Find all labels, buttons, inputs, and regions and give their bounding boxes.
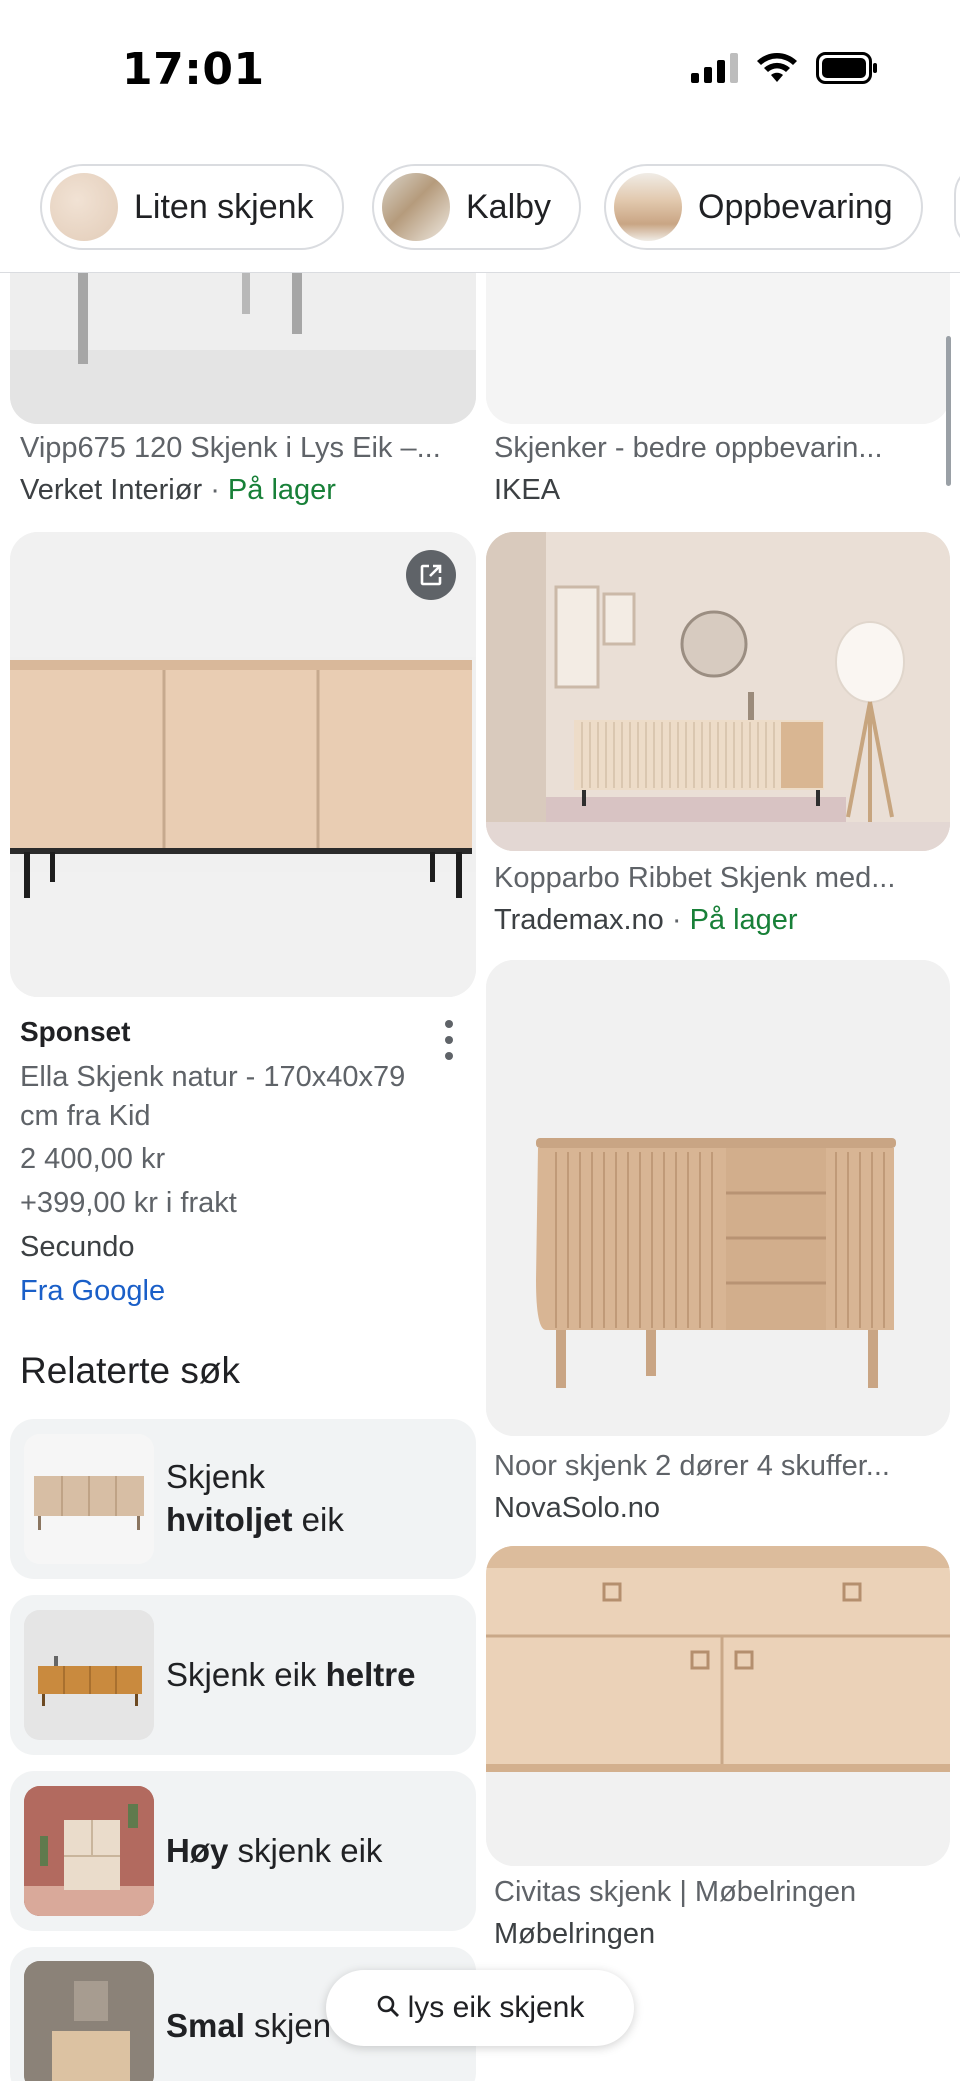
result-title[interactable]: Civitas skjenk | Møbelringen [494, 1876, 944, 1909]
related-text-bold: hvitoljet [166, 1501, 293, 1538]
availability-badge: På lager [689, 904, 798, 936]
chip-label: Kalby [466, 187, 552, 226]
availability-badge: På lager [227, 474, 336, 506]
chip-thumbnail [382, 173, 450, 241]
result-title[interactable]: Skjenker - bedre oppbevarin... [494, 432, 944, 465]
result-source: IKEA [494, 474, 561, 506]
related-search-item[interactable]: Skjenk hvitoljet eik [10, 1419, 476, 1579]
result-source: Trademax.no [494, 904, 664, 936]
result-title[interactable]: Kopparbo Ribbet Skjenk med... [494, 862, 944, 895]
status-time: 17:01 [122, 44, 265, 95]
page: 17:01 Liten skjenk Kalby Oppbevaring Vip… [0, 0, 960, 2081]
result-title[interactable]: Noor skjenk 2 dører 4 skuffer... [494, 1450, 944, 1483]
battery-icon [816, 52, 878, 84]
result-source: NovaSolo.no [494, 1492, 661, 1524]
result-source: Møbelringen [494, 1918, 656, 1950]
chip-thumbnail [50, 173, 118, 241]
related-search-text: Høy skjenk eik [166, 1830, 382, 1873]
external-link-icon[interactable] [406, 550, 456, 600]
related-thumbnail [24, 1434, 154, 1564]
related-search-text: Skjenk hvitoljet eik [166, 1456, 344, 1542]
signal-icon [691, 53, 738, 83]
chip-label: Liten skjenk [134, 187, 314, 226]
separator-dot: · [210, 474, 220, 506]
wifi-icon [756, 52, 798, 84]
search-query-text: lys eik skjenk [407, 1991, 585, 2024]
result-image-noor[interactable] [486, 960, 950, 1436]
related-text-plain: skjenk eik [228, 1831, 383, 1869]
related-text-bold: Høy [166, 1831, 229, 1869]
related-thumbnail [24, 1786, 154, 1916]
sponsored-image[interactable] [10, 532, 476, 997]
result-image-kopparbo[interactable] [486, 532, 950, 851]
related-text-plain: eik [292, 1501, 344, 1538]
result-source-line: Trademax.no · På lager [494, 904, 798, 937]
chip-liten-skjenk[interactable]: Liten skjenk [40, 164, 344, 250]
result-source-line: Verket Interiør · På lager [20, 474, 336, 507]
related-text-bold: Smal [166, 2007, 245, 2044]
more-vert-icon[interactable] [440, 1020, 458, 1060]
result-source: Verket Interiør [20, 474, 203, 506]
related-search-text: Skjenk eik heltre [166, 1654, 415, 1697]
chip-partial[interactable] [954, 164, 960, 250]
search-query-pill[interactable]: lys eik skjenk [326, 1970, 634, 2046]
status-icons [691, 52, 878, 84]
related-search-item[interactable]: Høy skjenk eik [10, 1771, 476, 1931]
chip-kalby[interactable]: Kalby [372, 164, 582, 250]
related-text-plain: Skjenk [166, 1458, 266, 1496]
scrollbar-thumb[interactable] [946, 336, 951, 486]
related-thumbnail [24, 1961, 154, 2081]
separator-dot: · [671, 904, 682, 936]
filter-chips-bar: Liten skjenk Kalby Oppbevaring [0, 140, 960, 273]
related-text-plain: Skjenk eik [166, 1655, 326, 1693]
related-text-plain: skjen [244, 2007, 332, 2044]
status-bar: 17:01 [0, 0, 960, 140]
search-icon [376, 1994, 400, 2023]
result-title[interactable]: Vipp675 120 Skjenk i Lys Eik –... [20, 432, 470, 465]
sponsored-price: 2 400,00 kr [20, 1143, 166, 1175]
sponsored-shipping: +399,00 kr i frakt [20, 1187, 237, 1219]
sponsored-title-line1[interactable]: Ella Skjenk natur - 170x40x79 [20, 1061, 405, 1094]
sponsored-title-line2[interactable]: cm fra Kid [20, 1100, 151, 1133]
chip-oppbevaring[interactable]: Oppbevaring [604, 164, 923, 250]
related-searches-heading: Relaterte søk [20, 1350, 241, 1391]
sponsored-seller: Secundo [20, 1231, 135, 1263]
chip-label: Oppbevaring [698, 187, 893, 226]
from-google-link[interactable]: Fra Google [20, 1275, 165, 1308]
related-thumbnail [24, 1610, 154, 1740]
sponsored-label: Sponset [20, 1016, 131, 1047]
related-search-item[interactable]: Skjenk eik heltre [10, 1595, 476, 1755]
result-image-civitas[interactable] [486, 1546, 950, 1866]
chip-thumbnail [614, 173, 682, 241]
related-search-text: Smal skjen [166, 2005, 331, 2048]
related-text-bold: heltre [325, 1655, 416, 1693]
